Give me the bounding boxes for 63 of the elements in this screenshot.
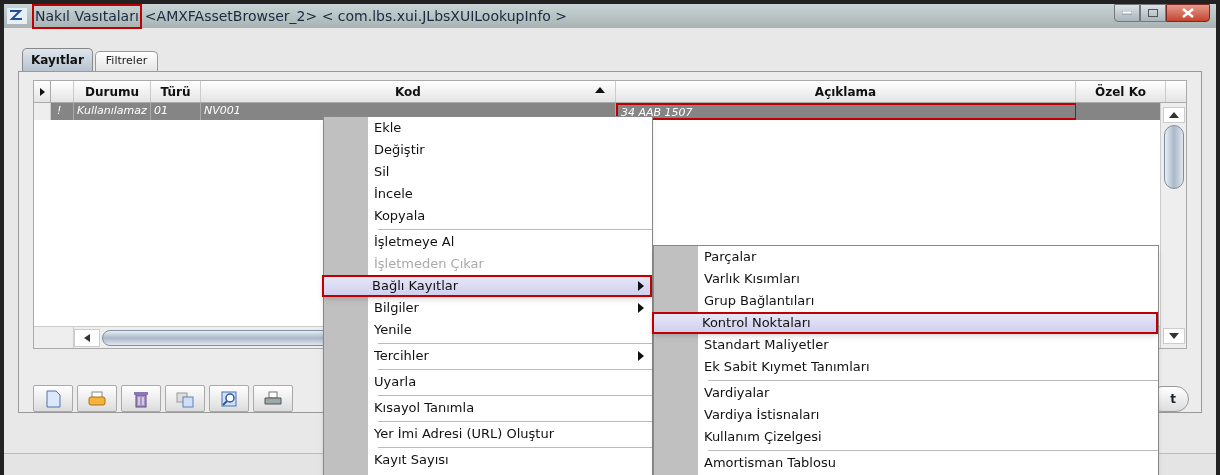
toolbar-button[interactable] xyxy=(77,385,117,412)
menu-item[interactable]: İncele xyxy=(324,183,652,205)
menu-item[interactable]: Ekle xyxy=(324,117,652,139)
window-title: Nakıl Vasıtaları xyxy=(32,3,142,29)
app-logo-icon xyxy=(6,7,28,25)
menu-item[interactable]: Kullanım Çizelgesi xyxy=(654,426,1158,448)
toolbar-button[interactable] xyxy=(121,385,161,412)
sort-ascending-icon xyxy=(595,87,605,93)
toolbar-button[interactable] xyxy=(209,385,249,412)
column-header[interactable]: Özel Ko xyxy=(1076,81,1166,102)
submenu-arrow-icon xyxy=(638,281,644,291)
menu-item[interactable]: İşletmeye Al xyxy=(324,231,652,253)
toolbar-button[interactable] xyxy=(33,385,73,412)
menu-item[interactable]: Sil xyxy=(324,161,652,183)
menu-item[interactable]: Yenile xyxy=(324,319,652,341)
menu-item[interactable]: Tercihler xyxy=(324,345,652,367)
window-subtitle: <AMXFAssetBrowser_2> < com.lbs.xui.JLbsXUILookupInfo > xyxy=(144,6,568,26)
left-arrow-icon xyxy=(83,333,91,342)
tab[interactable]: Filtreler xyxy=(94,51,159,71)
column-header[interactable]: Açıklama xyxy=(616,81,1076,102)
scroll-down-button[interactable] xyxy=(1162,328,1185,344)
menu-item[interactable]: Kopyala xyxy=(324,205,652,227)
close-button[interactable] xyxy=(1166,4,1210,22)
printer-icon xyxy=(87,388,107,409)
submenu-arrow-icon xyxy=(638,351,644,361)
menu-item[interactable]: Grup Bağlantıları xyxy=(654,290,1158,312)
vertical-scroll-thumb[interactable] xyxy=(1163,125,1184,189)
menu-item[interactable]: Değiştir xyxy=(324,139,652,161)
menu-item[interactable]: Yer İmi Adresi (URL) Oluştur xyxy=(324,423,652,445)
menu-item[interactable]: Kayıt Sayısı xyxy=(324,449,652,471)
down-arrow-icon xyxy=(1168,333,1179,339)
scroll-left-button[interactable] xyxy=(74,328,100,347)
menu-item[interactable]: Bağlı Kayıtlar xyxy=(322,275,652,297)
toolbar-button[interactable] xyxy=(165,385,205,412)
search-icon xyxy=(219,388,239,409)
table-cell: 01 xyxy=(151,103,201,120)
tab[interactable]: Kayıtlar xyxy=(22,48,93,71)
menu-item[interactable]: Uyarla xyxy=(324,371,652,393)
column-header[interactable]: Türü xyxy=(151,81,201,102)
scroll-up-button[interactable] xyxy=(1162,107,1185,123)
menu-item[interactable]: Kısayol Tanımla xyxy=(324,397,652,419)
submenu-arrow-icon xyxy=(638,303,644,313)
menu-item[interactable]: Varlık Kısımları xyxy=(654,268,1158,290)
minimize-icon xyxy=(1122,11,1132,15)
up-arrow-icon xyxy=(1168,112,1179,118)
maximize-button[interactable] xyxy=(1140,4,1166,22)
new-document-icon xyxy=(43,388,63,409)
menu-item[interactable]: Kontrol Noktaları xyxy=(652,312,1158,334)
table-cell: Kullanılamaz xyxy=(74,103,151,120)
status-flag: ! xyxy=(51,103,74,120)
toolbar-button[interactable] xyxy=(253,385,293,412)
menu-item[interactable]: Standart Maliyetler xyxy=(654,334,1158,356)
menu-item[interactable]: Parçalar xyxy=(654,246,1158,268)
close-icon xyxy=(1182,8,1194,18)
menu-item[interactable]: Amortisman Tablosu xyxy=(654,452,1158,474)
column-header[interactable]: Kod xyxy=(201,81,616,102)
table-cell: 34 AAB 1507 xyxy=(616,103,1076,120)
column-header[interactable]: Durumu xyxy=(74,81,151,102)
row-pointer-icon xyxy=(39,87,45,96)
minimize-button[interactable] xyxy=(1114,4,1140,22)
maximize-icon xyxy=(1148,9,1158,17)
menu-item[interactable]: Ek Sabit Kıymet Tanımları xyxy=(654,356,1158,378)
menu-item[interactable]: Bilgiler xyxy=(324,297,652,319)
